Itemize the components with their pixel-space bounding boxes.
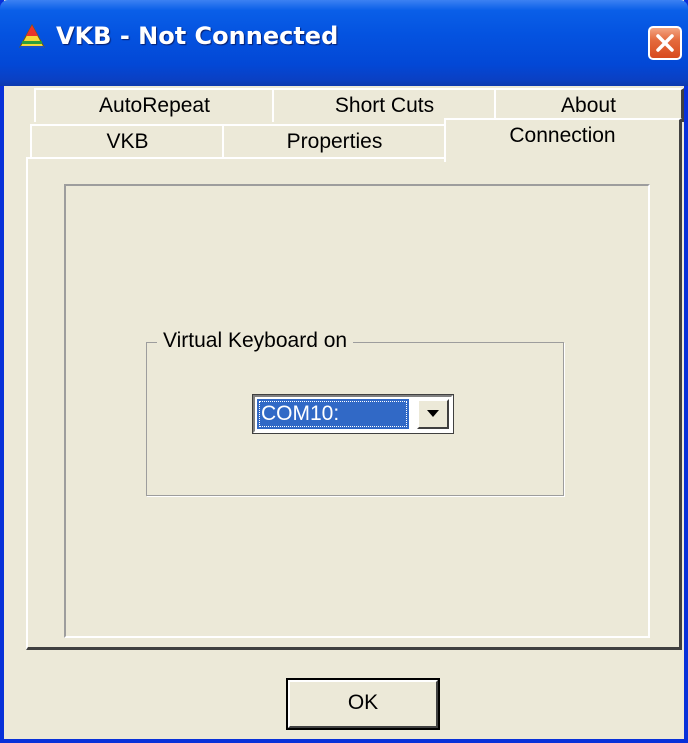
tab-label: Short Cuts — [334, 94, 435, 117]
vkb-triangle-icon — [19, 23, 45, 48]
dropdown-button[interactable] — [417, 399, 449, 429]
dropdown-arrow-icon — [427, 410, 439, 417]
tab-properties[interactable]: Properties — [222, 124, 448, 160]
connection-panel: Virtual Keyboard on COM10: — [26, 157, 682, 650]
inner-frame: Virtual Keyboard on COM10: — [64, 184, 650, 638]
ok-button[interactable]: OK — [286, 678, 440, 730]
tab-about[interactable]: About — [494, 88, 684, 122]
tab-connection[interactable]: Connection — [444, 118, 682, 162]
window-title: VKB - Not Connected — [56, 22, 339, 50]
vkb-dialog-window: VKB - Not Connected AutoRepeat Short Cut… — [0, 0, 688, 743]
group-label: Virtual Keyboard on — [157, 329, 354, 353]
com-port-value: COM10: — [257, 399, 409, 429]
tab-label: About — [561, 94, 616, 117]
tab-label: AutoRepeat — [99, 94, 210, 117]
close-icon — [656, 34, 674, 52]
tab-short-cuts[interactable]: Short Cuts — [272, 88, 498, 122]
title-bar[interactable]: VKB - Not Connected — [0, 0, 688, 86]
tab-label: VKB — [106, 130, 149, 153]
tab-label: Properties — [286, 130, 383, 153]
com-port-select[interactable]: COM10: — [252, 394, 454, 434]
tab-label: Connection — [509, 124, 616, 147]
tab-vkb[interactable]: VKB — [30, 124, 226, 160]
close-button[interactable] — [648, 26, 682, 60]
tab-autorepeat[interactable]: AutoRepeat — [34, 88, 276, 122]
virtual-keyboard-group: Virtual Keyboard on COM10: — [146, 329, 564, 496]
